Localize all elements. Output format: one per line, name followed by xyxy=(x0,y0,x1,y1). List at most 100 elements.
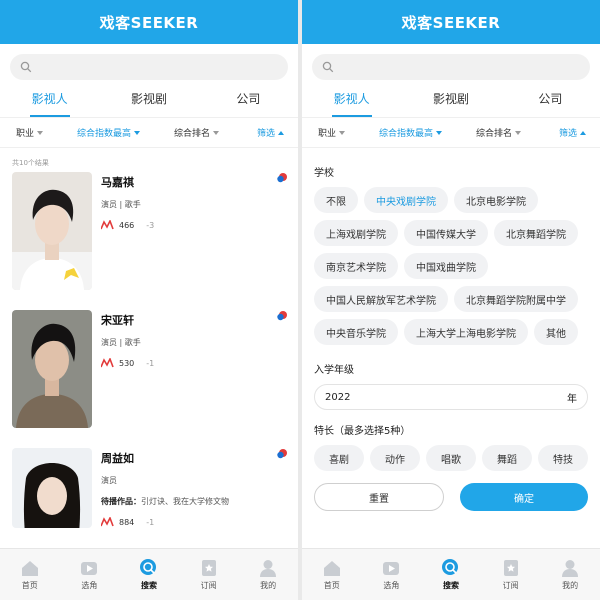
person-name: 马嘉祺 xyxy=(101,176,134,189)
result-count: 共10个结果 xyxy=(12,159,49,167)
bottom-nav: 首页 选角 搜索 订阅 我的 xyxy=(0,548,298,600)
app-logo: 戏客SEEKER xyxy=(99,13,199,32)
filter-rank-label: 综合排名 xyxy=(174,129,211,139)
nav-casting[interactable]: 选角 xyxy=(362,549,422,600)
filter-sort-index[interactable]: 综合指数最高 xyxy=(379,126,443,139)
subscribe-icon xyxy=(503,560,518,576)
filter-occupation[interactable]: 职业 xyxy=(16,126,44,139)
tab-people[interactable]: 影视人 xyxy=(0,84,99,117)
skill-chip[interactable]: 动作 xyxy=(370,445,420,471)
skill-chip[interactable]: 特技 xyxy=(538,445,588,471)
chevron-down-icon xyxy=(436,130,443,135)
school-chip[interactable]: 南京艺术学院 xyxy=(314,253,398,279)
tab-dramas[interactable]: 影视剧 xyxy=(99,84,198,117)
skill-chip[interactable]: 唱歌 xyxy=(426,445,476,471)
nav-home[interactable]: 首页 xyxy=(302,549,362,600)
school-chip[interactable]: 北京舞蹈学院附属中学 xyxy=(454,286,578,312)
filter-occupation-label: 职业 xyxy=(318,129,337,139)
tab-dramas[interactable]: 影视剧 xyxy=(401,84,500,117)
filter-rank[interactable]: 综合排名 xyxy=(174,126,220,139)
filter-bar: 职业 综合指数最高 综合排名 筛选 xyxy=(302,118,600,148)
nav-profile[interactable]: 我的 xyxy=(540,549,600,600)
chevron-up-icon xyxy=(580,130,586,135)
school-chip[interactable]: 中央戏剧学院 xyxy=(364,187,448,213)
badge-icon[interactable] xyxy=(276,310,288,322)
chevron-down-icon xyxy=(134,130,141,135)
home-icon xyxy=(21,561,38,576)
trend-icon xyxy=(101,517,114,527)
avatar-photo xyxy=(12,448,92,528)
casting-icon xyxy=(81,562,98,575)
screenshot-stage: 戏客SEEKER 影视人 影视剧 公司 职业 综合指数最高 综合排名 筛选 共1… xyxy=(0,0,600,600)
chevron-down-icon xyxy=(515,130,522,135)
person-name: 周益如 xyxy=(101,452,134,465)
profile-icon xyxy=(260,560,277,577)
search-input[interactable] xyxy=(334,55,590,79)
nav-subscribe[interactable]: 订阅 xyxy=(481,549,541,600)
filter-sort-index[interactable]: 综合指数最高 xyxy=(77,126,141,139)
search-nav-icon xyxy=(441,559,458,575)
skill-chip[interactable]: 喜剧 xyxy=(314,445,364,471)
tab-companies[interactable]: 公司 xyxy=(199,84,298,117)
list-item[interactable]: 宋亚轩 演员 | 歌手 530 -1 xyxy=(0,310,298,448)
nav-casting[interactable]: 选角 xyxy=(60,549,120,600)
filter-screen-label: 筛选 xyxy=(558,129,577,139)
nav-home[interactable]: 首页 xyxy=(0,549,60,600)
school-chip[interactable]: 上海戏剧学院 xyxy=(314,220,398,246)
person-works: 待播作品：引灯诀、我在大学修文物 xyxy=(101,496,286,507)
person-name: 宋亚轩 xyxy=(101,314,134,327)
search-input[interactable] xyxy=(32,55,288,79)
nav-subscribe-label: 订阅 xyxy=(200,581,217,590)
results-screen: 戏客SEEKER 影视人 影视剧 公司 职业 综合指数最高 综合排名 筛选 共1… xyxy=(0,0,298,600)
filter-rank-label: 综合排名 xyxy=(476,129,513,139)
grade-value: 2022 xyxy=(325,391,351,403)
nav-profile[interactable]: 我的 xyxy=(238,549,298,600)
nav-search[interactable]: 搜索 xyxy=(119,549,179,600)
school-chip[interactable]: 中国戏曲学院 xyxy=(404,253,488,279)
reset-button[interactable]: 重置 xyxy=(314,483,444,511)
trend-icon xyxy=(101,358,114,368)
search-bar[interactable] xyxy=(312,54,590,80)
school-chip[interactable]: 上海大学上海电影学院 xyxy=(404,319,528,345)
school-chip[interactable]: 不限 xyxy=(314,187,358,213)
chevron-down-icon xyxy=(339,130,346,135)
filter-sort-index-label: 综合指数最高 xyxy=(77,129,132,139)
nav-subscribe[interactable]: 订阅 xyxy=(179,549,239,600)
grade-unit: 年 xyxy=(567,393,577,405)
school-chips: 不限 中央戏剧学院 北京电影学院 上海戏剧学院 中国传媒大学 北京舞蹈学院 南京艺术学院 中国… xyxy=(314,187,588,345)
nav-profile-label: 我的 xyxy=(260,581,277,590)
tab-people[interactable]: 影视人 xyxy=(302,84,401,117)
skill-chip[interactable]: 舞蹈 xyxy=(482,445,532,471)
school-chip[interactable]: 其他 xyxy=(534,319,578,345)
tab-companies[interactable]: 公司 xyxy=(501,84,600,117)
nav-casting-label: 选角 xyxy=(383,581,400,590)
school-chip[interactable]: 中国人民解放军艺术学院 xyxy=(314,286,448,312)
search-bar[interactable] xyxy=(10,54,288,80)
school-title: 学校 xyxy=(314,168,334,179)
person-roles: 演员 | 歌手 xyxy=(101,200,141,209)
chevron-up-icon xyxy=(278,130,284,135)
nav-search-label: 搜索 xyxy=(140,581,157,590)
filter-occupation[interactable]: 职业 xyxy=(318,126,346,139)
grade-field[interactable]: 2022 年 xyxy=(314,384,588,410)
chevron-down-icon xyxy=(37,130,44,135)
skills-title: 特长（最多选择5种） xyxy=(314,426,411,437)
school-chip[interactable]: 中国传媒大学 xyxy=(404,220,488,246)
filter-screen[interactable]: 筛选 xyxy=(559,126,586,139)
person-score: 884 xyxy=(119,517,135,527)
subscribe-icon xyxy=(201,560,216,576)
confirm-button[interactable]: 确定 xyxy=(460,483,588,511)
list-item[interactable]: 马嘉祺 演员 | 歌手 466 -3 xyxy=(0,172,298,310)
nav-search[interactable]: 搜索 xyxy=(421,549,481,600)
badge-icon[interactable] xyxy=(276,172,288,184)
school-chip[interactable]: 北京舞蹈学院 xyxy=(494,220,578,246)
badge-icon[interactable] xyxy=(276,448,288,460)
nav-home-label: 首页 xyxy=(323,581,340,590)
profile-icon xyxy=(562,560,579,577)
filter-screen-label: 筛选 xyxy=(256,129,275,139)
school-chip[interactable]: 中央音乐学院 xyxy=(314,319,398,345)
filter-screen[interactable]: 筛选 xyxy=(257,126,284,139)
school-chip[interactable]: 北京电影学院 xyxy=(454,187,538,213)
filter-rank[interactable]: 综合排名 xyxy=(476,126,522,139)
app-header: 戏客SEEKER xyxy=(302,0,600,44)
